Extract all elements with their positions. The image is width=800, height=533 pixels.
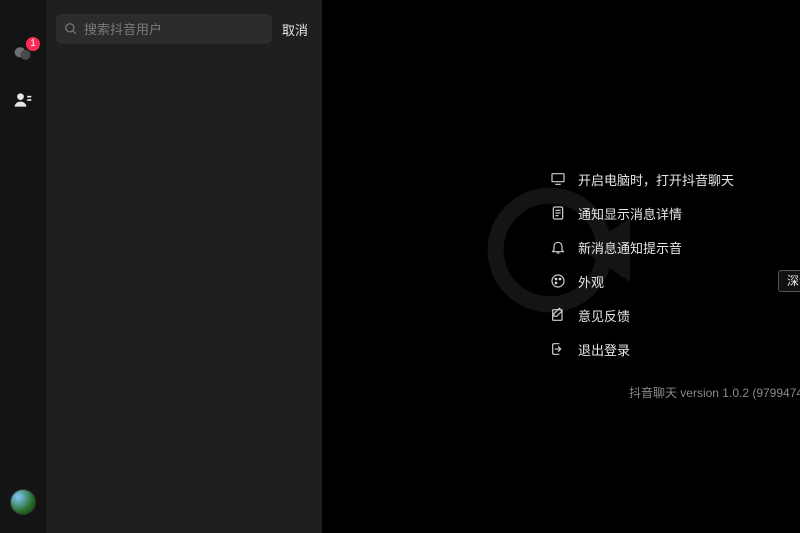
setting-notification-detail: 通知显示消息详情 [548,196,800,230]
setting-notification-sound: 新消息通知提示音 [548,230,800,264]
rail-contacts-icon[interactable] [11,88,35,112]
palette-icon [548,273,568,289]
setting-feedback[interactable]: 意见反馈 [548,298,800,332]
appearance-select[interactable]: 深色 [778,270,800,292]
setting-label: 外观 [578,272,778,291]
search-icon [64,22,78,36]
search-cancel-button[interactable]: 取消 [282,20,312,39]
setting-appearance: 外观 深色 [548,264,800,298]
chat-unread-badge: 1 [26,37,40,51]
conversation-list-panel: 取消 [46,0,322,533]
settings-dialog: 开启电脑时，打开抖音聊天 通知显示消息详情 新消息通知提示音 外观 深色 [548,134,800,401]
logout-icon [548,341,568,357]
setting-label: 通知显示消息详情 [578,204,800,223]
setting-label: 退出登录 [578,340,800,359]
setting-label: 意见反馈 [578,306,800,325]
search-input[interactable] [84,22,264,37]
search-box[interactable] [56,14,272,44]
sidebar-rail: 1 [0,0,46,533]
user-avatar[interactable] [10,489,36,515]
bell-icon [548,239,568,255]
edit-icon [548,307,568,323]
setting-logout[interactable]: 退出登录 [548,332,800,366]
setting-label: 新消息通知提示音 [578,238,800,257]
version-label: 抖音聊天 version 1.0.2 (9799474) [548,384,800,401]
main-area: 开启电脑时，打开抖音聊天 通知显示消息详情 新消息通知提示音 外观 深色 [322,0,800,533]
setting-launch-on-startup: 开启电脑时，打开抖音聊天 [548,162,800,196]
document-icon [548,205,568,221]
setting-label: 开启电脑时，打开抖音聊天 [578,170,800,189]
rail-chat-icon[interactable]: 1 [11,42,35,66]
monitor-icon [548,171,568,187]
